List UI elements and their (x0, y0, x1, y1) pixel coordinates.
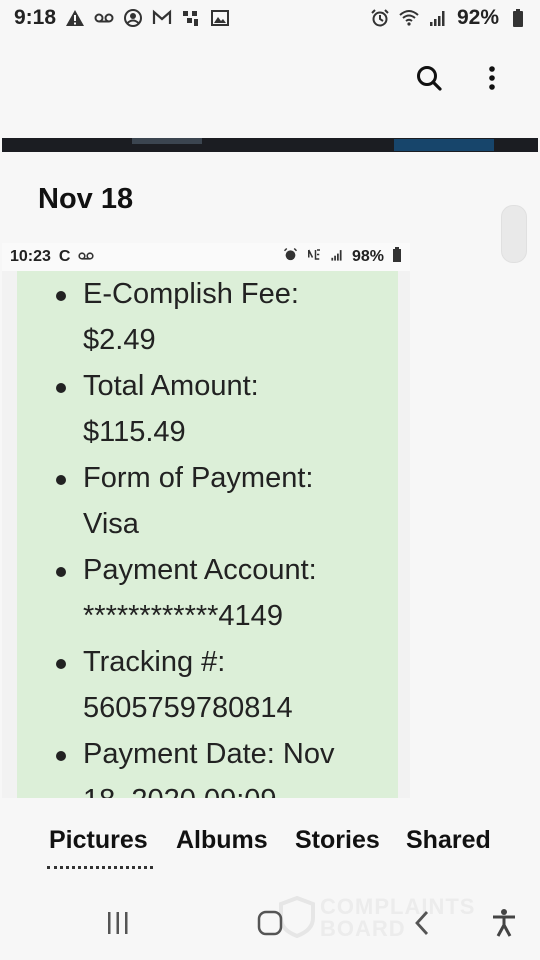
alarm-icon (370, 8, 390, 28)
recents-icon (108, 912, 128, 934)
alarm-icon (283, 247, 298, 267)
recents-button[interactable] (96, 904, 140, 942)
bottom-tabs: Pictures Albums Stories Shared (0, 820, 540, 870)
accessibility-button[interactable] (484, 902, 524, 944)
hangouts-icon (181, 8, 201, 28)
home-button[interactable] (248, 902, 292, 944)
active-tab-indicator (47, 866, 153, 869)
back-chevron-icon (415, 911, 429, 935)
voicemail-icon (94, 8, 114, 28)
list-item: Payment Date: Nov 18, 2020 09:09 (31, 731, 403, 798)
photo-detail (394, 139, 494, 151)
thumbnail-status-bar: 10:23 C 98% (2, 243, 410, 271)
photo-detail (132, 138, 202, 144)
signal-icon (428, 8, 448, 28)
tab-pictures[interactable]: Pictures (49, 826, 148, 855)
home-icon (257, 910, 283, 936)
fast-scroll-thumb[interactable] (501, 205, 527, 263)
list-item: Form of Payment: Visa (31, 455, 403, 547)
thumbnail-status-time: 10:23 (10, 248, 51, 265)
photo-thumbnail-previous[interactable] (2, 138, 538, 152)
search-icon[interactable] (411, 60, 447, 96)
battery-icon (508, 8, 528, 28)
status-bar-right: 92% (370, 6, 528, 30)
tab-stories[interactable]: Stories (295, 826, 380, 855)
more-vert-icon[interactable] (474, 60, 510, 96)
status-bar-left: 9:18 (14, 6, 230, 30)
list-item: Total Amount: $115.49 (31, 363, 403, 455)
c-icon: C (58, 248, 71, 265)
thumbnail-battery-percent: 98% (351, 248, 384, 265)
gmail-icon (152, 8, 172, 28)
warning-icon (65, 8, 85, 28)
list-item: Tracking #: 5605759780814 (31, 639, 403, 731)
date-group-header: Nov 18 (38, 183, 134, 215)
receipt-panel: E-Complish Fee: $2.49 Total Amount: $115… (17, 271, 398, 798)
signal-icon (330, 248, 344, 267)
voicemail-icon (78, 248, 95, 266)
battery-percent: 92% (456, 6, 499, 29)
tab-albums[interactable]: Albums (176, 826, 268, 855)
wifi-icon (399, 8, 419, 28)
tab-shared[interactable]: Shared (406, 826, 491, 855)
photo-thumbnail[interactable]: 10:23 C 98% E-Complish Fee: $2.49 Total … (2, 243, 410, 798)
receipt-list: E-Complish Fee: $2.49 Total Amount: $115… (31, 271, 403, 798)
account-circle-icon (123, 8, 143, 28)
list-item: Payment Account: ************4149 (31, 547, 403, 639)
back-button[interactable] (400, 902, 444, 944)
accessibility-icon (493, 909, 515, 937)
battery-icon (392, 247, 402, 267)
image-icon (210, 8, 230, 28)
lte-icon (306, 247, 322, 267)
status-time: 9:18 (14, 6, 57, 29)
status-bar: 9:18 92% (0, 0, 540, 36)
list-item: E-Complish Fee: $2.49 (31, 271, 403, 363)
navigation-bar (0, 890, 540, 960)
